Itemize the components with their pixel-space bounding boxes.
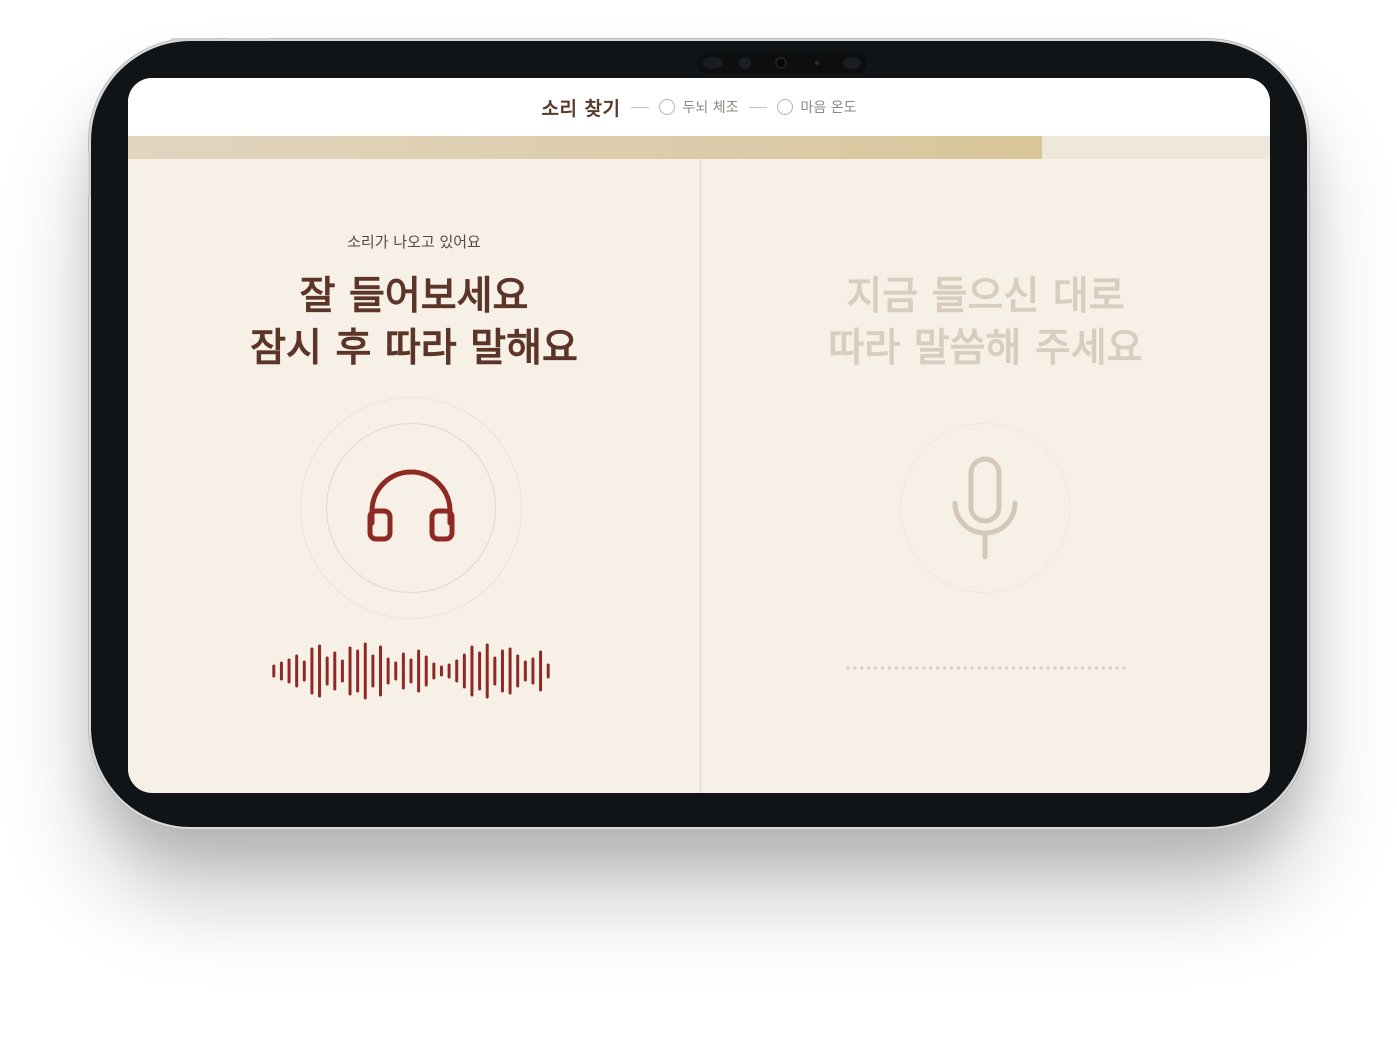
volume-button	[171, 38, 219, 41]
placeholder-dot	[1018, 666, 1023, 670]
placeholder-dot	[943, 666, 947, 670]
placeholder-dot	[1074, 666, 1078, 670]
placeholder-dot	[929, 666, 933, 670]
placeholder-dot	[1115, 666, 1119, 670]
placeholder-dot	[874, 666, 878, 670]
headphones-icon	[364, 461, 458, 555]
placeholder-dot	[970, 666, 974, 670]
side-button	[88, 151, 91, 197]
placeholder-dot	[984, 666, 988, 670]
step-connector	[748, 106, 767, 108]
speak-headline-line: 따라 말씀해 주세요	[828, 326, 1143, 371]
placeholder-dot	[867, 666, 871, 670]
sensor-icon	[815, 61, 819, 65]
speak-panel: 지금 들으신 대로 따라 말씀해 주세요	[701, 159, 1270, 793]
placeholder-dot	[1032, 666, 1036, 670]
placeholder-dot	[998, 666, 1002, 670]
step-current-label: 소리 찾기	[541, 97, 621, 120]
placeholder-dot	[908, 666, 912, 670]
app-screen: 소리 찾기 두뇌 체조 마음 온도 소리가 나오고 있어요 잘 들어보세요 잠시…	[128, 78, 1270, 793]
placeholder-dot	[901, 666, 905, 670]
placeholder-dot	[1081, 666, 1085, 670]
device-mockup: 소리 찾기 두뇌 체조 마음 온도 소리가 나오고 있어요 잘 들어보세요 잠시…	[0, 0, 1397, 1060]
placeholder-dot	[880, 666, 885, 670]
placeholder-dot	[853, 666, 857, 670]
sensor-icon	[703, 57, 723, 69]
placeholder-dot	[991, 666, 995, 670]
camera-bar	[697, 53, 867, 73]
speak-headline-line: 지금 들으신 대로	[846, 274, 1125, 319]
placeholder-dot	[1012, 666, 1016, 670]
placeholder-dot	[977, 666, 981, 670]
placeholder-dot	[1005, 666, 1009, 670]
placeholder-dot	[1039, 666, 1043, 670]
placeholder-dot	[922, 666, 926, 670]
placeholder-dot	[1060, 666, 1064, 670]
placeholder-dot	[949, 666, 954, 670]
camera-lens-icon	[775, 57, 787, 69]
placeholder-dot	[846, 666, 850, 670]
sensor-icon	[739, 57, 751, 69]
placeholder-dot	[1108, 666, 1112, 670]
listen-headline: 잘 들어보세요 잠시 후 따라 말해요	[128, 271, 700, 375]
step-header: 소리 찾기 두뇌 체조 마음 온도	[128, 78, 1270, 136]
sensor-icon	[843, 57, 861, 69]
playback-status: 소리가 나오고 있어요	[347, 233, 481, 251]
listen-panel: 소리가 나오고 있어요 잘 들어보세요 잠시 후 따라 말해요	[128, 159, 700, 793]
listen-headline-line: 잘 들어보세요	[299, 274, 529, 319]
microphone-icon[interactable]	[943, 453, 1027, 565]
placeholder-dot	[915, 666, 919, 670]
placeholder-dot	[887, 666, 891, 670]
step-circle-icon	[658, 99, 675, 115]
placeholder-dot	[956, 666, 960, 670]
placeholder-dot	[1087, 666, 1092, 670]
volume-button	[227, 38, 269, 41]
step-label: 마음 온도	[800, 100, 857, 116]
step-circle-icon	[776, 99, 793, 115]
placeholder-dot	[860, 666, 864, 670]
listen-headline-line: 잠시 후 따라 말해요	[250, 326, 578, 371]
placeholder-dot	[1053, 666, 1057, 670]
placeholder-dot	[1046, 666, 1050, 670]
placeholder-dot	[1025, 666, 1029, 670]
voice-input-placeholder	[846, 666, 1126, 670]
placeholder-dot	[963, 666, 967, 670]
step-connector	[630, 106, 649, 108]
step-label: 두뇌 체조	[682, 100, 739, 116]
audio-waveform	[272, 642, 550, 700]
progress-fill	[128, 136, 1042, 159]
placeholder-dot	[894, 666, 898, 670]
placeholder-dot	[1067, 666, 1071, 670]
progress-bar	[128, 136, 1270, 159]
placeholder-dot	[936, 666, 940, 670]
placeholder-dot	[1101, 666, 1105, 670]
placeholder-dot	[1094, 666, 1098, 670]
placeholder-dot	[1122, 666, 1126, 670]
speak-headline: 지금 들으신 대로 따라 말씀해 주세요	[701, 271, 1270, 375]
step-indicator: 소리 찾기 두뇌 체조 마음 온도	[128, 78, 1270, 136]
